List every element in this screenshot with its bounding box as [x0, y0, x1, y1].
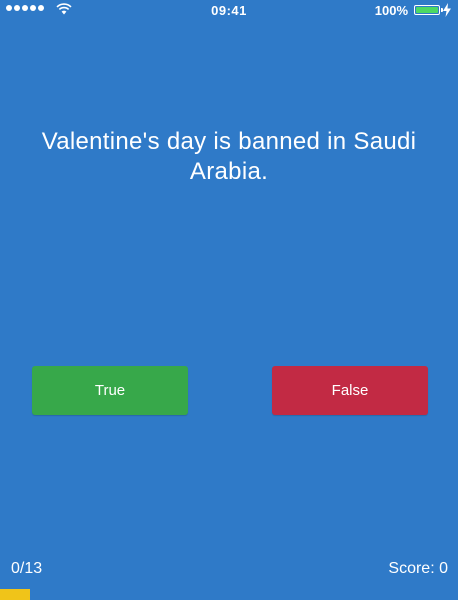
progress-bar-fill	[0, 589, 31, 600]
quiz-screen: 09:41 100% Valentine's day is banned in …	[0, 0, 458, 600]
battery-icon	[414, 5, 443, 15]
status-bar: 09:41 100%	[0, 0, 458, 20]
score-label: Score: 0	[388, 560, 448, 577]
battery-percent: 100%	[374, 3, 408, 18]
progress-bar	[0, 589, 458, 600]
question-text: Valentine's day is banned in Saudi Arabi…	[41, 128, 417, 185]
progress-counter: 0/13	[11, 560, 43, 577]
false-button[interactable]: False	[272, 366, 428, 415]
battery-fill	[416, 7, 438, 13]
true-button[interactable]: True	[32, 366, 188, 415]
charging-bolt-icon	[443, 3, 451, 17]
